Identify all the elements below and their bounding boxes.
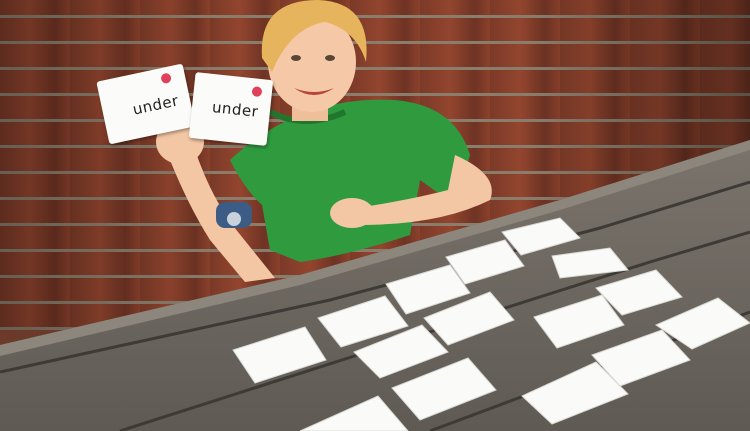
flower-logo-icon — [160, 72, 173, 85]
flashcard-word: under — [211, 98, 260, 121]
photo-scene: under under — [0, 0, 750, 431]
right-eye — [325, 55, 335, 61]
flashcard-word: under — [131, 91, 181, 119]
right-hand — [330, 198, 374, 228]
flower-logo-icon — [251, 86, 263, 98]
left-eye — [291, 55, 301, 61]
child — [156, 0, 492, 282]
held-flashcard-right: under — [188, 72, 274, 146]
watch-face — [227, 212, 241, 226]
